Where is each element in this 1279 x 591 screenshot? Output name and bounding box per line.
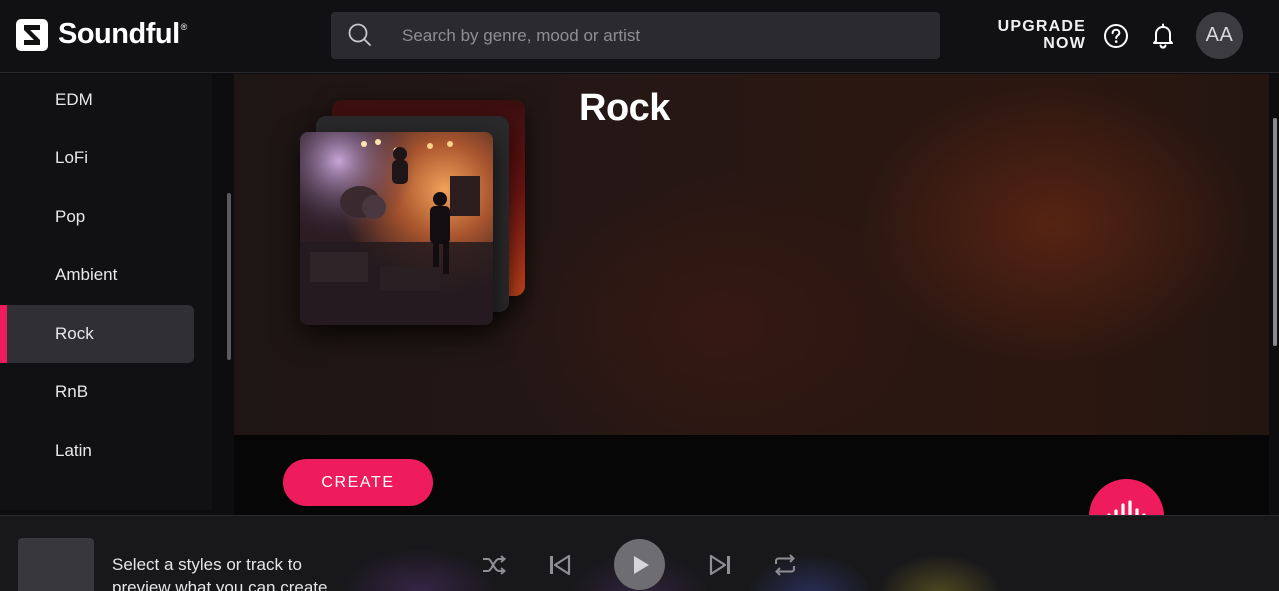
sidebar-item-lofi[interactable]: LoFi (0, 129, 194, 187)
player-prompt-line2: preview what you can create (112, 578, 328, 591)
user-avatar[interactable]: AA (1196, 12, 1243, 59)
logo-mark-icon (16, 18, 48, 51)
genre-cover-image (300, 132, 493, 325)
sidebar-item-label: Rock (55, 324, 94, 343)
brand-logo[interactable]: Soundful® (16, 18, 187, 51)
sidebar-item-latin[interactable]: Latin (0, 422, 194, 480)
sidebar-item-label: LoFi (55, 148, 89, 167)
sidebar-item-rock[interactable]: Rock (0, 305, 194, 363)
create-button[interactable]: CREATE (283, 459, 433, 506)
sidebar-scrollbar-thumb[interactable] (227, 193, 231, 360)
genre-sidebar: EDM LoFi Pop Ambient Rock RnB Latin (0, 74, 212, 510)
app-window: Soundful® UPGRADE NOW AA ED (0, 0, 1279, 591)
search-bar[interactable] (331, 12, 940, 59)
sidebar-item-rnb[interactable]: RnB (0, 363, 194, 421)
genre-hero-banner: Rock (234, 74, 1269, 435)
search-input[interactable] (402, 25, 940, 46)
skip-previous-icon[interactable] (546, 552, 574, 578)
concert-stage-image (300, 132, 493, 325)
shuffle-icon[interactable] (480, 552, 508, 578)
sidebar-item-label: RnB (55, 382, 89, 401)
sidebar-item-label: Ambient (55, 265, 118, 284)
sidebar-item-pop[interactable]: Pop (0, 188, 194, 246)
top-bar: Soundful® UPGRADE NOW AA (0, 0, 1279, 73)
upgrade-now-button[interactable]: UPGRADE NOW (986, 18, 1086, 52)
brand-name-text: Soundful (58, 18, 180, 50)
genre-title: Rock (579, 87, 670, 129)
sidebar-item-label: Latin (55, 441, 92, 460)
play-button[interactable] (614, 539, 665, 590)
skip-next-icon[interactable] (706, 552, 734, 578)
player-bar: Select a styles or track to preview what… (0, 515, 1279, 591)
help-icon[interactable] (1103, 23, 1129, 49)
brand-name: Soundful® (58, 18, 187, 50)
search-icon (348, 23, 371, 46)
sidebar-item-label: EDM (55, 90, 93, 109)
upgrade-label-line2: NOW (1043, 35, 1086, 52)
sidebar-item-label: Pop (55, 207, 86, 226)
upgrade-label-line1: UPGRADE (997, 18, 1086, 35)
play-icon (633, 555, 649, 574)
repeat-icon[interactable] (771, 552, 799, 578)
main-scrollbar-thumb[interactable] (1273, 118, 1277, 346)
sidebar-item-ambient[interactable]: Ambient (0, 246, 194, 304)
track-thumbnail (18, 538, 94, 591)
sidebar-item-edm[interactable]: EDM (0, 71, 194, 129)
player-prompt: Select a styles or track to preview what… (112, 553, 372, 591)
player-prompt-line1: Select a styles or track to (112, 555, 302, 574)
avatar-initials: AA (1205, 24, 1234, 46)
main-content: Rock CREATE (234, 74, 1269, 515)
bell-icon[interactable] (1150, 22, 1176, 50)
